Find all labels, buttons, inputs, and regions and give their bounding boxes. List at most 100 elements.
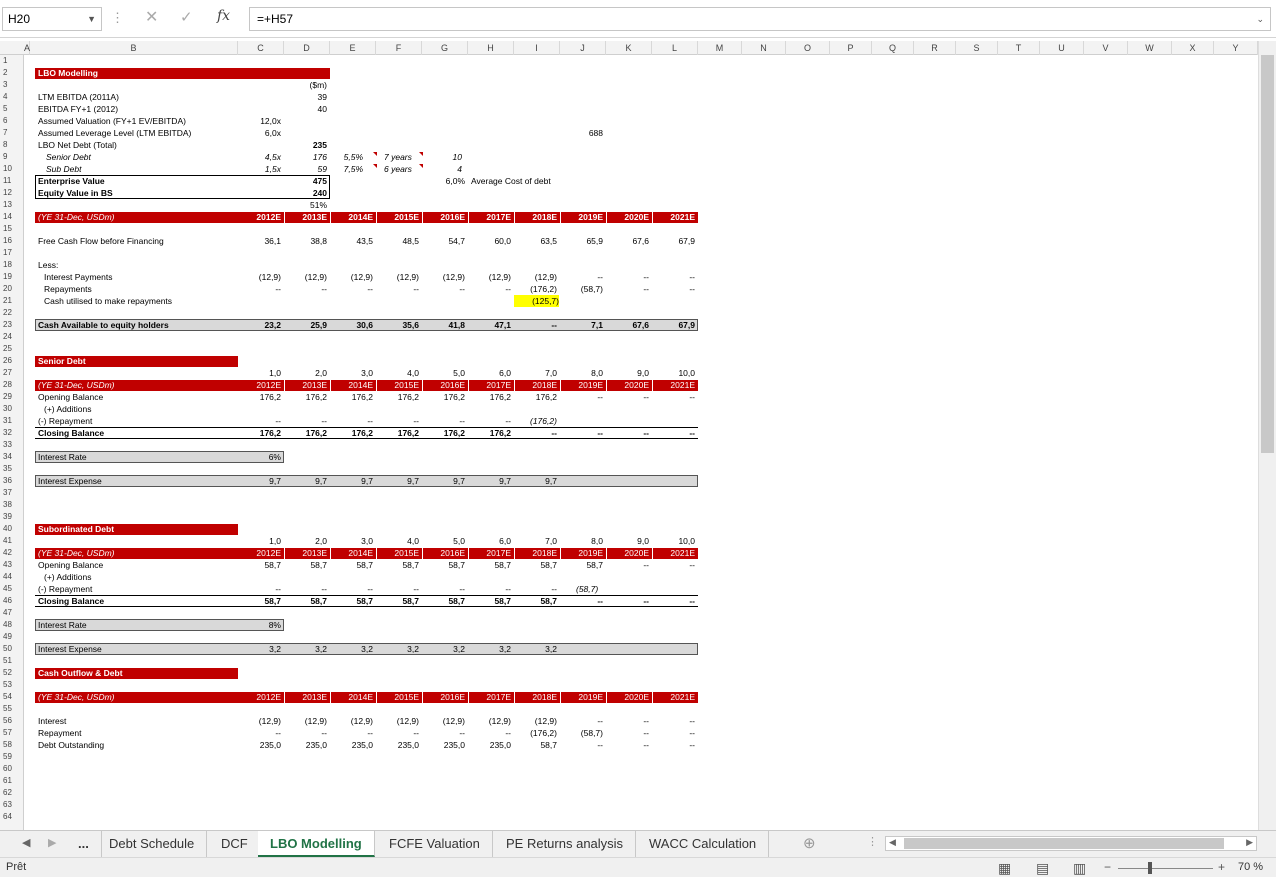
row-header[interactable]: 56 [0,715,22,727]
year-value[interactable]: 176,2 [514,391,557,403]
year-value[interactable]: 176,2 [376,391,419,403]
horizontal-scrollbar[interactable]: ◀ ▶ [885,836,1257,851]
interest-expense-label[interactable]: Interest Expense [38,643,102,655]
column-header[interactable]: V [1084,41,1128,55]
year-value[interactable]: -- [560,271,603,283]
outflow-repayment-label[interactable]: Repayment [38,727,81,739]
year-value[interactable]: 9,7 [238,475,281,487]
row-header[interactable]: 37 [0,487,22,499]
enter-icon[interactable]: ✓ [180,8,193,26]
formula-input[interactable]: =+H57 ⌄ [249,7,1271,31]
column-header[interactable]: X [1172,41,1214,55]
row-header[interactable]: 45 [0,583,22,595]
year-value[interactable]: -- [422,583,465,595]
year-value[interactable]: -- [606,715,649,727]
assumption-value[interactable]: 40 [284,103,327,115]
year-value[interactable]: 235,0 [468,739,511,751]
zoom-slider-knob[interactable] [1148,862,1152,874]
assumption-value[interactable]: 39 [284,91,327,103]
column-header[interactable]: I [514,41,560,55]
year-value[interactable]: (176,2) [514,415,557,427]
year-value[interactable]: -- [652,271,695,283]
year-value[interactable]: -- [422,727,465,739]
assumption-label[interactable]: Assumed Leverage Level (LTM EBITDA) [38,127,191,139]
year-value[interactable]: 23,2 [238,319,281,331]
column-header[interactable]: U [1040,41,1084,55]
year-value[interactable]: -- [284,283,327,295]
year-value[interactable]: -- [238,415,281,427]
year-value[interactable]: -- [468,583,511,595]
year-value[interactable]: -- [652,727,695,739]
year-value[interactable]: 176,2 [422,391,465,403]
tranche-rate[interactable]: 5,5% [343,151,363,163]
cash-utilised-label[interactable]: Cash utilised to make repayments [44,295,172,307]
year-value[interactable]: 235,0 [238,739,281,751]
tab-splitter-icon[interactable]: ⋮ [867,835,878,848]
year-value[interactable]: -- [468,415,511,427]
year-value[interactable]: 9,7 [468,475,511,487]
period-number[interactable]: 4,0 [376,367,419,379]
additions-label[interactable]: (+) Additions [44,571,92,583]
row-header[interactable]: 6 [0,115,22,127]
year-value[interactable]: (12,9) [376,271,419,283]
zoom-level[interactable]: 70 % [1238,861,1263,873]
year-value[interactable]: -- [560,715,603,727]
year-value[interactable]: 3,2 [284,643,327,655]
year-value[interactable]: 235,0 [376,739,419,751]
assumption-label[interactable]: Assumed Valuation (FY+1 EV/EBITDA) [38,115,186,127]
opening-balance-label[interactable]: Opening Balance [38,559,103,571]
additions-label[interactable]: (+) Additions [44,403,92,415]
year-value[interactable]: -- [606,727,649,739]
row-header[interactable]: 19 [0,271,22,283]
tranche-multiple[interactable]: 4,5x [238,151,281,163]
row-header[interactable]: 18 [0,259,22,271]
period-number[interactable]: 5,0 [422,535,465,547]
year-value[interactable]: (176,2) [514,283,557,295]
row-header[interactable]: 3 [0,79,22,91]
year-value[interactable]: 47,1 [468,319,511,331]
column-header[interactable]: L [652,41,698,55]
year-value[interactable]: 9,7 [284,475,327,487]
year-value[interactable]: -- [560,391,603,403]
outflow-interest-label[interactable]: Interest [38,715,66,727]
prev-sheet-icon[interactable]: ◀ [22,836,30,849]
year-value[interactable]: 38,8 [284,235,327,247]
zoom-out-icon[interactable]: − [1104,860,1111,874]
year-value[interactable]: -- [422,283,465,295]
year-value[interactable]: 176,2 [468,391,511,403]
period-number[interactable]: 10,0 [652,367,695,379]
column-header[interactable]: J [560,41,606,55]
unit-label[interactable]: ($m) [284,79,327,91]
year-value[interactable]: (12,9) [238,715,281,727]
scroll-left-icon[interactable]: ◀ [889,837,896,848]
year-value[interactable]: -- [330,583,373,595]
year-value[interactable]: 67,6 [606,319,649,331]
year-value[interactable]: (58,7) [560,283,603,295]
debt-tranche-label[interactable]: Sub Debt [46,163,81,175]
period-number[interactable]: 5,0 [422,367,465,379]
tranche-value[interactable]: 10 [422,151,462,163]
period-number[interactable]: 3,0 [330,367,373,379]
page-layout-icon[interactable]: ▤ [1036,860,1049,877]
year-value[interactable]: (12,9) [422,715,465,727]
row-header[interactable]: 33 [0,439,22,451]
row-header[interactable]: 53 [0,679,22,691]
period-number[interactable]: 7,0 [514,367,557,379]
assumption-label[interactable]: LBO Net Debt (Total) [38,139,117,151]
period-number[interactable]: 1,0 [238,367,281,379]
period-number[interactable]: 8,0 [560,367,603,379]
year-value[interactable]: (58,7) [560,727,603,739]
row-header[interactable]: 35 [0,463,22,475]
tranche-amount[interactable]: 176 [284,151,327,163]
row-header[interactable]: 51 [0,655,22,667]
row-header[interactable]: 52 [0,667,22,679]
interest-payments-label[interactable]: Interest Payments [44,271,113,283]
year-value[interactable]: -- [652,739,695,751]
tranche-rate[interactable]: 7,5% [343,163,363,175]
year-value[interactable]: -- [606,283,649,295]
row-header[interactable]: 28 [0,379,22,391]
year-value[interactable]: -- [652,391,695,403]
year-value[interactable]: -- [330,415,373,427]
period-number[interactable]: 10,0 [652,535,695,547]
tab-debt-schedule[interactable]: Debt Schedule [97,831,208,857]
